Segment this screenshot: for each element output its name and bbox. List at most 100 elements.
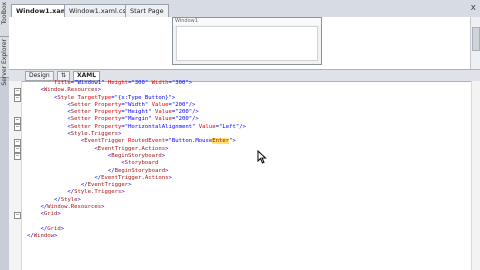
code-token: > (128, 182, 132, 189)
code-line[interactable]: </Style> (27, 197, 246, 204)
code-line[interactable]: <Style TargetType="{x:Type Button}"> (27, 95, 246, 102)
code-token: BeginStoryboard (114, 167, 166, 174)
fold-toggle-icon[interactable]: − (14, 212, 21, 219)
code-line[interactable]: </EventTrigger> (27, 182, 246, 189)
xaml-code-editor[interactable]: Title="Window1" Height="300" Width="300"… (27, 80, 246, 241)
code-token: Window.Resources (47, 204, 102, 211)
fold-toggle-icon[interactable]: − (14, 153, 21, 160)
code-token: ="200"/> (171, 109, 199, 116)
scroll-thumb[interactable] (472, 27, 480, 51)
code-token: Title (53, 80, 71, 86)
code-token: > (53, 233, 58, 240)
tab-start-page[interactable]: Start Page (125, 4, 169, 17)
code-line[interactable]: <BeginStoryboard> (27, 153, 246, 160)
code-token: > (101, 204, 105, 211)
code-line[interactable]: <Setter Property="HorizontalAlignment" V… (27, 124, 246, 131)
code-line[interactable]: <Style.Triggers> (27, 131, 246, 138)
code-token: Style.Triggers (74, 189, 122, 196)
close-icon[interactable]: x (471, 3, 476, 13)
code-token: ="Height" (121, 109, 156, 116)
code-token: Value (198, 123, 216, 130)
code-token: Value (155, 109, 172, 116)
fold-toggle-icon[interactable]: − (14, 117, 21, 124)
document-tab-strip: Window1.xaml Window1.xaml.cs Start Page … (9, 0, 480, 18)
code-token: > (117, 131, 122, 138)
code-token: RoutedEvent (124, 138, 166, 145)
code-line[interactable] (27, 219, 246, 226)
fold-toggle-icon[interactable]: − (14, 88, 21, 95)
code-token: ="{x:Type Button}"> (111, 94, 176, 101)
wpf-window-preview[interactable]: Window1 (172, 17, 322, 65)
wpf-window-title: Window1 (173, 18, 321, 25)
fold-toggle-icon[interactable]: − (14, 124, 21, 131)
code-token: ="300" (128, 80, 152, 86)
code-line[interactable]: <Storyboard (27, 160, 246, 167)
code-line[interactable]: <Window.Resources> (27, 87, 246, 94)
code-line[interactable]: </Window.Resources> (27, 204, 246, 211)
code-token: </ (80, 182, 88, 189)
toolbox-tab[interactable]: Toolbox (0, 0, 9, 37)
code-token: EventTrigger (87, 182, 129, 189)
editor-scrollbar[interactable] (471, 81, 480, 270)
tab-window1-xaml-cs[interactable]: Window1.xaml.cs (64, 4, 131, 17)
code-token: TargetType (74, 94, 112, 101)
code-line[interactable]: <EventTrigger.Actions> (27, 146, 246, 153)
code-token: > (121, 189, 125, 196)
code-token: ="HorizontalAlignment" (121, 123, 199, 130)
code-line[interactable]: <Setter Property="Margin" Value="200"/> (27, 116, 246, 123)
code-line[interactable]: </EventTrigger.Actions> (27, 175, 246, 182)
code-token: Property (91, 101, 122, 108)
code-token: Grid (47, 225, 61, 232)
code-token: Window (33, 233, 54, 240)
code-token: ="200"/> (171, 116, 199, 123)
code-token: </ (27, 233, 34, 240)
code-token: Storyboard (124, 160, 159, 167)
code-line[interactable]: <EventTrigger RoutedEvent="Button.MouseE… (27, 138, 246, 145)
code-token: ="Margin" (121, 116, 156, 123)
code-line[interactable]: <Setter Property="Height" Value="200"/> (27, 109, 246, 116)
wpf-window-client (176, 26, 318, 61)
editor-gutter (9, 81, 22, 270)
code-line[interactable]: </BeginStoryboard> (27, 168, 246, 175)
server-explorer-tab[interactable]: Server Explorer (0, 37, 9, 86)
code-line[interactable]: Title="Window1" Height="300" Width="300"… (27, 80, 246, 87)
code-token: Grid (43, 211, 58, 218)
code-line[interactable]: <Setter Property="Width" Value="200"/> (27, 102, 246, 109)
code-token: Style (60, 196, 78, 203)
code-line[interactable]: <Grid> (27, 211, 246, 218)
designer-scrollbar[interactable] (470, 17, 480, 69)
code-token: > (77, 196, 81, 203)
code-token: Setter (70, 123, 92, 130)
code-token: Property (91, 109, 122, 116)
code-token: ="Window1" (70, 80, 108, 86)
code-token: BeginStoryboard (111, 152, 162, 159)
code-line[interactable]: </Window> (27, 233, 246, 240)
code-token: > (161, 152, 166, 159)
code-line[interactable]: </Style.Triggers> (27, 189, 246, 196)
fold-toggle-icon[interactable]: − (14, 139, 21, 146)
code-token: EventTrigger (84, 138, 125, 145)
fold-toggle-icon[interactable]: − (14, 146, 21, 153)
code-token: > (165, 167, 169, 174)
code-token: ="200"/> (168, 101, 196, 108)
fold-toggle-icon[interactable]: − (14, 95, 21, 102)
code-line[interactable]: </Grid> (27, 226, 246, 233)
code-token: > (165, 145, 169, 152)
code-token: </ (107, 167, 115, 174)
code-token: > (57, 211, 61, 218)
code-token: "> (229, 138, 236, 145)
